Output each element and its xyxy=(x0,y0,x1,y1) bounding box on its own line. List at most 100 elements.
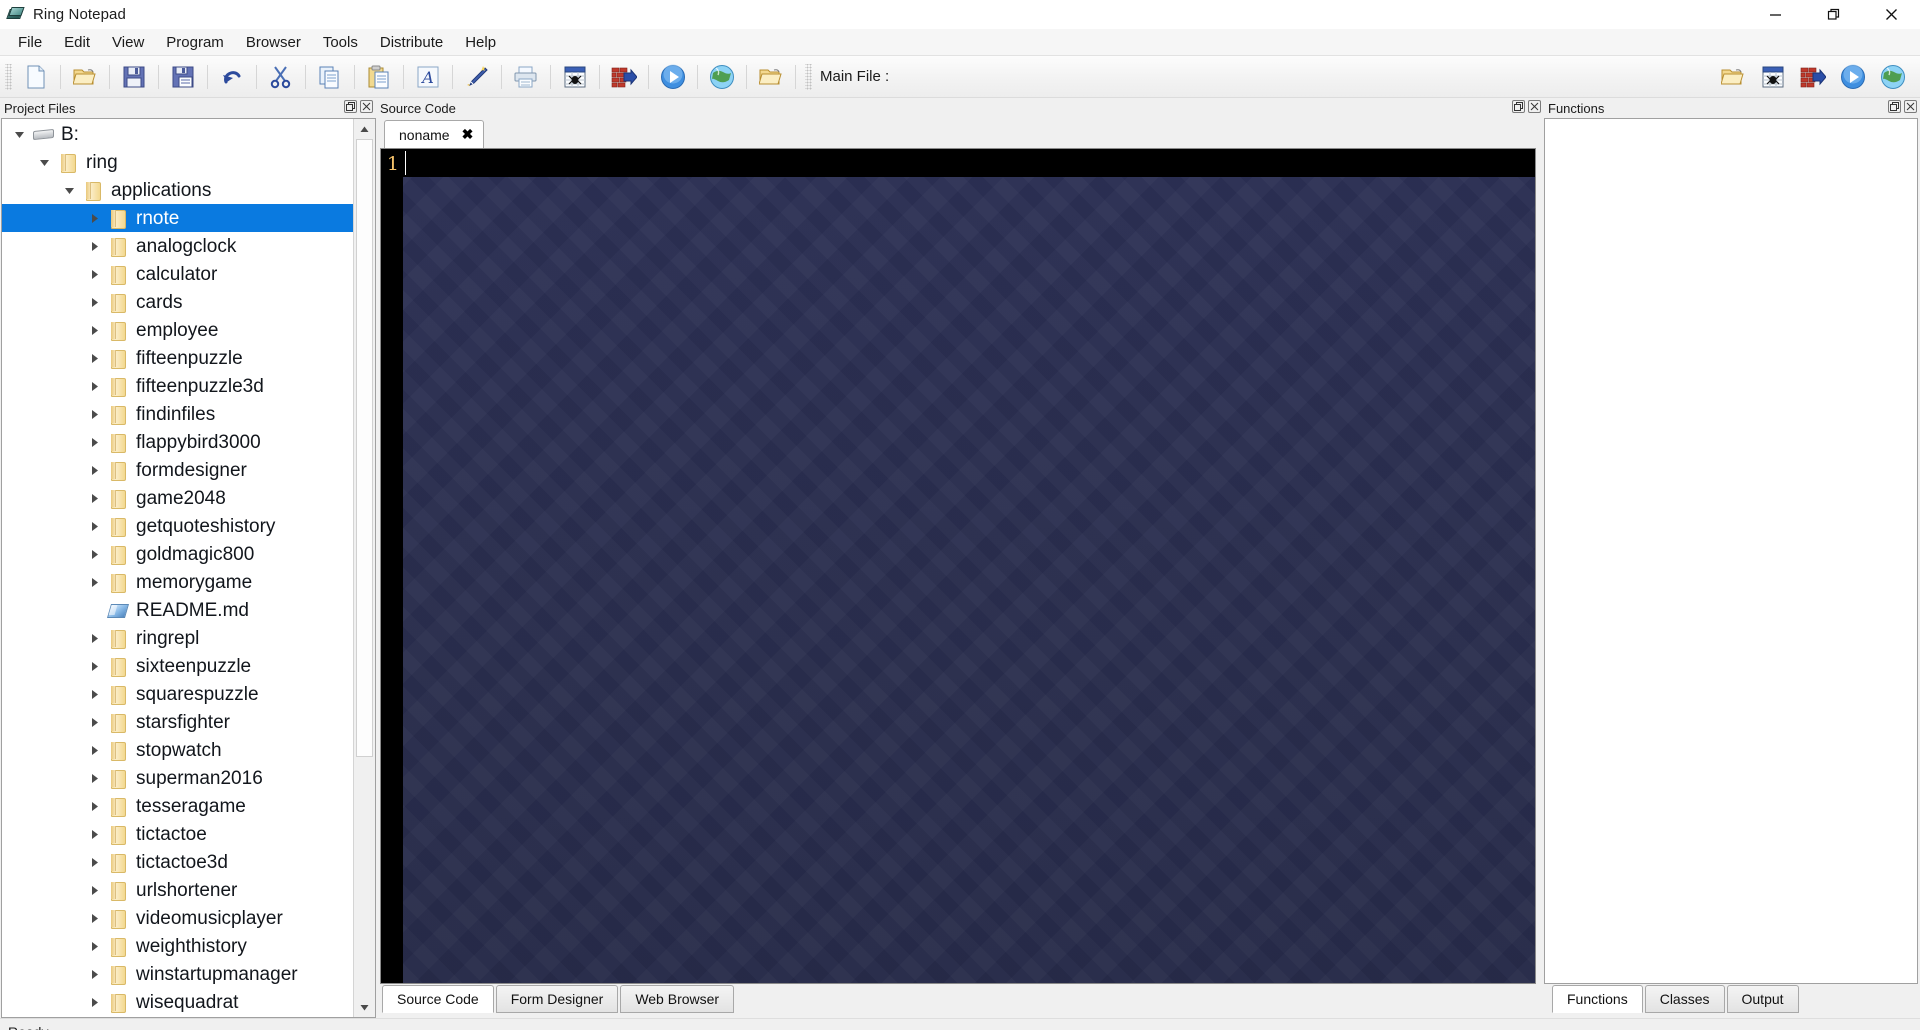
tab-classes[interactable]: Classes xyxy=(1644,985,1725,1013)
restore-icon[interactable] xyxy=(1888,100,1901,113)
build-icon-right[interactable] xyxy=(1796,61,1830,93)
print-icon[interactable] xyxy=(509,61,543,93)
tree-item[interactable]: findinfiles xyxy=(2,400,353,428)
project-tree[interactable]: B: ring applications rnote analogclock calcul… xyxy=(2,119,353,1017)
chevron-right-icon[interactable] xyxy=(81,736,107,764)
scroll-thumb[interactable] xyxy=(356,139,373,757)
maximize-button[interactable] xyxy=(1804,0,1862,29)
menu-view[interactable]: View xyxy=(101,31,155,54)
menu-program[interactable]: Program xyxy=(155,31,235,54)
chevron-down-icon[interactable] xyxy=(56,176,82,204)
scroll-down-arrow-icon[interactable] xyxy=(354,997,375,1017)
chevron-right-icon[interactable] xyxy=(81,652,107,680)
restore-icon[interactable] xyxy=(1512,100,1525,113)
tree-item[interactable]: B: xyxy=(2,120,353,148)
scroll-track[interactable] xyxy=(354,139,375,997)
tree-item[interactable]: tictactoe xyxy=(2,820,353,848)
cut-icon[interactable] xyxy=(264,61,298,93)
tree-item[interactable]: weighthistory xyxy=(2,932,353,960)
tree-item[interactable]: urlshortener xyxy=(2,876,353,904)
tree-item[interactable]: analogclock xyxy=(2,232,353,260)
tree-item[interactable]: flappybird3000 xyxy=(2,428,353,456)
open-folder-icon-right[interactable] xyxy=(1716,61,1750,93)
chevron-down-icon[interactable] xyxy=(31,148,57,176)
style-pen-icon[interactable] xyxy=(460,61,494,93)
build-icon[interactable] xyxy=(607,61,641,93)
menu-help[interactable]: Help xyxy=(454,31,507,54)
tree-item[interactable]: squarespuzzle xyxy=(2,680,353,708)
chevron-right-icon[interactable] xyxy=(81,624,107,652)
copy-icon[interactable] xyxy=(313,61,347,93)
tree-item[interactable]: tesseragame xyxy=(2,792,353,820)
chevron-right-icon[interactable] xyxy=(81,428,107,456)
restore-icon[interactable] xyxy=(344,100,357,113)
chevron-right-icon[interactable] xyxy=(81,540,107,568)
debug-icon[interactable] xyxy=(558,61,592,93)
tree-item[interactable]: employee xyxy=(2,316,353,344)
toolbar-grip-2[interactable] xyxy=(805,63,812,90)
tree-item-selected[interactable]: rnote xyxy=(2,204,353,232)
menu-file[interactable]: File xyxy=(7,31,53,54)
tree-item[interactable]: sixteenpuzzle xyxy=(2,652,353,680)
tab-form-designer[interactable]: Form Designer xyxy=(495,985,619,1013)
tree-item[interactable]: applications xyxy=(2,176,353,204)
menu-distribute[interactable]: Distribute xyxy=(369,31,454,54)
tree-item[interactable]: fifteenpuzzle xyxy=(2,344,353,372)
chevron-right-icon[interactable] xyxy=(81,260,107,288)
tree-item[interactable]: memorygame xyxy=(2,568,353,596)
code-editor[interactable]: 1 xyxy=(380,148,1536,984)
chevron-right-icon[interactable] xyxy=(81,876,107,904)
run-icon-right[interactable] xyxy=(1836,61,1870,93)
scroll-up-arrow-icon[interactable] xyxy=(354,119,375,139)
menu-edit[interactable]: Edit xyxy=(53,31,101,54)
chevron-right-icon[interactable] xyxy=(81,400,107,428)
chevron-down-icon[interactable] xyxy=(6,120,32,148)
tree-item[interactable]: stopwatch xyxy=(2,736,353,764)
chevron-right-icon[interactable] xyxy=(81,344,107,372)
minimize-button[interactable] xyxy=(1746,0,1804,29)
close-icon[interactable] xyxy=(1904,100,1917,113)
tree-item[interactable]: ring xyxy=(2,148,353,176)
web-icon[interactable] xyxy=(705,61,739,93)
chevron-right-icon[interactable] xyxy=(81,820,107,848)
chevron-right-icon[interactable] xyxy=(81,764,107,792)
tab-source-code[interactable]: Source Code xyxy=(382,985,494,1013)
toolbar-grip[interactable] xyxy=(5,63,12,90)
chevron-right-icon[interactable] xyxy=(81,288,107,316)
tree-item[interactable]: videomusicplayer xyxy=(2,904,353,932)
chevron-right-icon[interactable] xyxy=(81,372,107,400)
tree-item[interactable]: fifteenpuzzle3d xyxy=(2,372,353,400)
tree-item[interactable]: game2048 xyxy=(2,484,353,512)
tab-functions[interactable]: Functions xyxy=(1552,985,1643,1013)
open-folder-icon[interactable] xyxy=(754,61,788,93)
tree-item[interactable]: formdesigner xyxy=(2,456,353,484)
project-tree-scrollbar[interactable] xyxy=(353,119,375,1017)
functions-list[interactable] xyxy=(1544,118,1918,984)
chevron-right-icon[interactable] xyxy=(81,792,107,820)
chevron-right-icon[interactable] xyxy=(81,484,107,512)
menu-tools[interactable]: Tools xyxy=(312,31,369,54)
open-file-icon[interactable] xyxy=(68,61,102,93)
chevron-right-icon[interactable] xyxy=(81,848,107,876)
chevron-right-icon[interactable] xyxy=(81,904,107,932)
tab-web-browser[interactable]: Web Browser xyxy=(620,985,735,1013)
chevron-right-icon[interactable] xyxy=(81,204,107,232)
font-icon[interactable]: A xyxy=(411,61,445,93)
tree-item[interactable]: calculator xyxy=(2,260,353,288)
tree-item[interactable]: goldmagic800 xyxy=(2,540,353,568)
chevron-right-icon[interactable] xyxy=(81,232,107,260)
menu-browser[interactable]: Browser xyxy=(235,31,312,54)
tree-item[interactable]: starsfighter xyxy=(2,708,353,736)
chevron-right-icon[interactable] xyxy=(81,680,107,708)
web-icon-right[interactable] xyxy=(1876,61,1910,93)
tree-item[interactable]: wisequadrat xyxy=(2,988,353,1016)
chevron-right-icon[interactable] xyxy=(81,456,107,484)
paste-icon[interactable] xyxy=(362,61,396,93)
undo-icon[interactable] xyxy=(215,61,249,93)
chevron-right-icon[interactable] xyxy=(81,988,107,1016)
save-as-icon[interactable] xyxy=(166,61,200,93)
code-text-area[interactable] xyxy=(403,149,1535,983)
document-tab-noname[interactable]: noname ✖ xyxy=(384,120,485,148)
save-icon[interactable] xyxy=(117,61,151,93)
chevron-right-icon[interactable] xyxy=(81,708,107,736)
